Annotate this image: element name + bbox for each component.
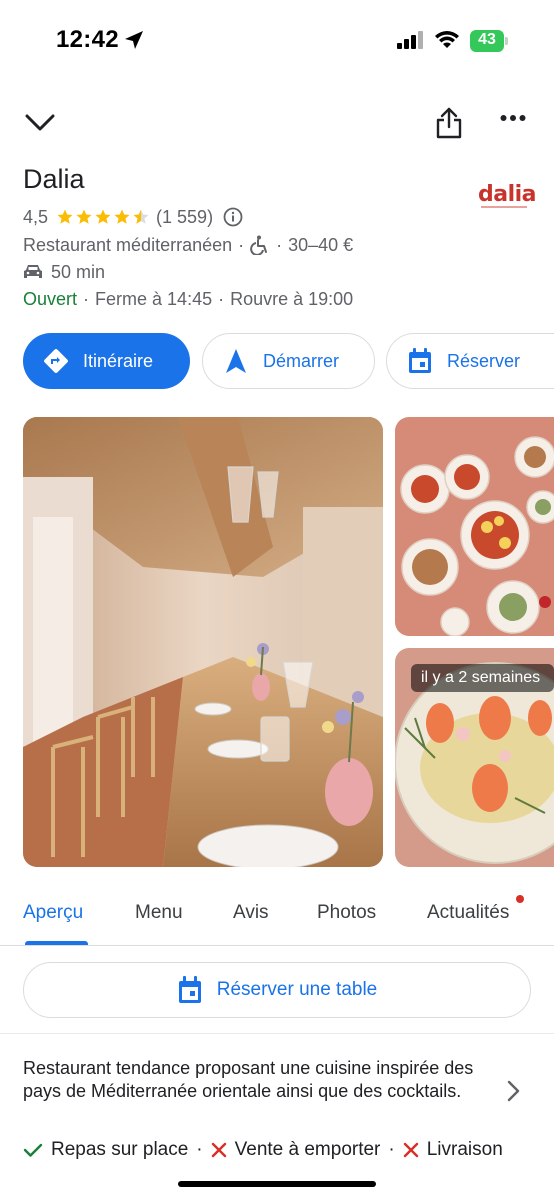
place-description[interactable]: Restaurant tendance proposant une cuisin… — [23, 1057, 483, 1103]
place-logo: dalia — [478, 182, 537, 207]
star-icon — [133, 209, 149, 224]
battery-indicator: 43 — [470, 30, 508, 52]
star-icon — [95, 209, 111, 224]
category-row: Restaurant méditerranéen · · 30–40 € — [23, 232, 353, 258]
chevron-down-icon[interactable] — [24, 110, 56, 134]
separator-dot: · — [196, 1139, 203, 1160]
share-icon[interactable] — [434, 106, 464, 140]
separator-dot: · — [83, 288, 90, 309]
more-icon[interactable] — [500, 114, 526, 122]
separator-dot: · — [388, 1139, 395, 1160]
info-icon[interactable] — [223, 207, 243, 227]
tab-menu[interactable]: Menu — [135, 902, 183, 924]
start-label: Démarrer — [263, 350, 340, 371]
category-text: Restaurant méditerranéen — [23, 234, 233, 255]
status-time: 12:42 — [56, 26, 119, 53]
notification-dot — [516, 895, 524, 903]
cellular-signal-icon — [397, 31, 423, 49]
closing-time: Ferme à 14:45 — [95, 288, 213, 309]
separator-dot: · — [218, 288, 225, 309]
feature-label: Vente à emporter — [234, 1139, 381, 1160]
service-options: Repas sur place · Vente à emporter · Liv… — [23, 1139, 503, 1161]
logo-tagline-line — [481, 206, 527, 208]
review-count: (1 559) — [156, 206, 214, 227]
navigation-arrow-icon — [226, 349, 246, 373]
status-bar: 12:42 43 — [0, 0, 554, 80]
feature-takeaway: Vente à emporter — [211, 1139, 381, 1161]
separator-dot: · — [238, 234, 245, 255]
wifi-icon — [435, 31, 459, 48]
active-tab-indicator — [25, 941, 88, 945]
battery-level: 43 — [478, 31, 496, 48]
reopening-time: Rouvre à 19:00 — [230, 288, 354, 309]
drive-time-row: 50 min — [23, 259, 105, 285]
hours-row[interactable]: Ouvert · Ferme à 14:45 · Rouvre à 19:00 — [23, 286, 353, 312]
cross-icon — [403, 1142, 418, 1158]
reserve-label: Réserver — [447, 350, 521, 371]
star-icon — [57, 209, 73, 224]
wheelchair-icon — [250, 235, 268, 255]
open-status: Ouvert — [23, 288, 78, 309]
feature-label: Repas sur place — [51, 1139, 189, 1160]
tab-photos[interactable]: Photos — [317, 902, 376, 924]
tab-apercu[interactable]: Aperçu — [23, 902, 83, 924]
location-arrow-icon — [125, 31, 143, 49]
calendar-icon — [409, 348, 431, 373]
tab-actualites[interactable]: Actualités — [427, 902, 509, 924]
photo-date-badge: il y a 2 semaines — [411, 664, 554, 692]
reserve-table-label: Réserver une table — [216, 979, 378, 1000]
rating-stars — [56, 208, 150, 226]
reserve-button[interactable]: Réserver — [386, 333, 554, 389]
food-photo[interactable] — [395, 417, 554, 636]
feature-label: Livraison — [426, 1139, 503, 1160]
main-photo[interactable] — [23, 417, 383, 867]
place-title: Dalia — [23, 164, 85, 194]
calendar-icon — [178, 976, 201, 1003]
start-button[interactable]: Démarrer — [202, 333, 375, 389]
rating-row[interactable]: 4,5 (1 559) — [23, 204, 243, 230]
car-icon — [24, 265, 42, 278]
price-range: 30–40 € — [288, 234, 354, 255]
star-icon — [76, 209, 92, 224]
cross-icon — [211, 1142, 226, 1158]
tab-bar: Aperçu Menu Avis Photos Actualités — [0, 890, 554, 946]
check-icon — [23, 1143, 43, 1157]
home-indicator[interactable] — [178, 1181, 376, 1187]
separator-dot: · — [276, 234, 283, 255]
feature-delivery: Livraison — [403, 1139, 503, 1161]
itinerary-button[interactable]: Itinéraire — [23, 333, 190, 389]
reserve-table-button[interactable]: Réserver une table — [23, 962, 531, 1018]
feature-dine-in: Repas sur place — [23, 1139, 188, 1161]
directions-icon — [44, 349, 68, 373]
drive-time: 50 min — [51, 261, 106, 282]
rating-value: 4,5 — [23, 206, 49, 227]
divider — [0, 1033, 554, 1034]
chevron-right-icon[interactable] — [506, 1079, 522, 1103]
itinerary-label: Itinéraire — [83, 350, 154, 371]
tab-avis[interactable]: Avis — [233, 902, 269, 924]
star-icon — [114, 209, 130, 224]
